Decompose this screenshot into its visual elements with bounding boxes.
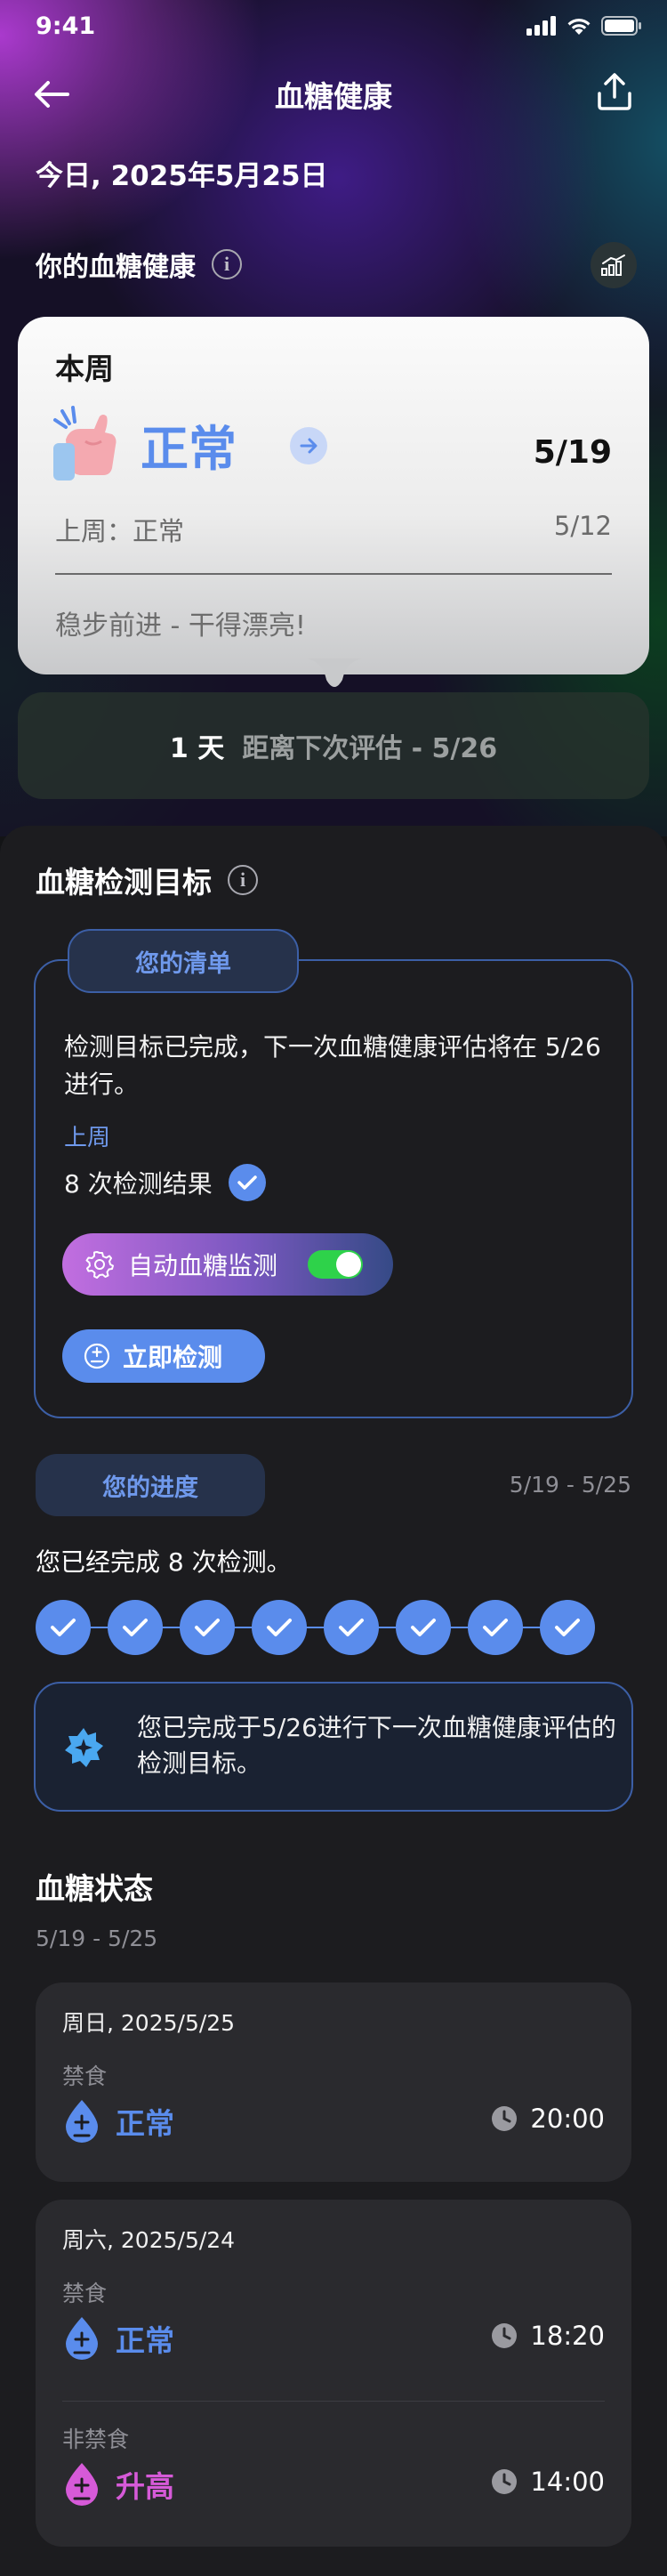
reading-status: 正常: [116, 2106, 174, 2141]
test-count-row: 8 次检测结果: [64, 1164, 266, 1201]
today-date: 今日, 2025年5月25日: [36, 160, 328, 192]
progress-check-icon: [108, 1600, 163, 1655]
reading-time-group: 18:20: [491, 2321, 605, 2351]
last-week-date: 5/12: [553, 511, 612, 541]
switch-knob: [336, 1252, 361, 1277]
status-time: 9:41: [36, 12, 96, 40]
goals-header: 血糖检测目标 i: [36, 858, 258, 902]
status-icons: [526, 16, 642, 36]
reading-status: 正常: [116, 2323, 174, 2358]
auto-monitor-toggle-row[interactable]: 自动血糖监测: [62, 1233, 393, 1296]
blood-sugar-health-screen: 9:41 血糖健康 今日, 2025年5月25日 你的血糖健康 i 本周 正常 …: [0, 0, 667, 2576]
blood-drop-icon: [66, 2100, 98, 2143]
auto-monitor-label: 自动血糖监测: [128, 1251, 278, 1280]
reading-type: 禁食: [62, 2063, 108, 2089]
reading-time: 18:20: [530, 2321, 605, 2351]
blood-drop-plus-icon: [84, 1343, 110, 1369]
cellular-signal-icon: [526, 16, 556, 36]
card-pointer: [307, 658, 362, 687]
next-assessment-text: 距离下次评估 - 5/26: [242, 733, 498, 764]
gear-icon: [85, 1251, 114, 1279]
blood-sugar-status-title: 血糖状态: [36, 1871, 153, 1906]
trend-chart-icon: [601, 254, 625, 276]
blood-drop-icon: [66, 2317, 98, 2360]
day-date: 周日, 2025/5/25: [62, 2010, 236, 2036]
battery-icon: [601, 16, 641, 36]
progress-summary: 您已经完成 8 次检测。: [36, 1547, 292, 1577]
reading-type: 禁食: [62, 2281, 108, 2306]
day-card[interactable]: 周日, 2025/5/25 禁食 正常 20:00: [36, 1982, 631, 2182]
progress-check-icon: [180, 1600, 235, 1655]
navigation-bar: 血糖健康: [0, 62, 667, 125]
check-icon: [228, 1164, 266, 1201]
reading-row: 非禁食 升高 14:00: [62, 2422, 605, 2529]
blood-drop-icon: [66, 2463, 98, 2506]
progress-check-icon: [252, 1600, 307, 1655]
week-label: 本周: [55, 351, 114, 386]
days-until-assessment: 1 天: [169, 733, 225, 764]
reading-type: 非禁食: [62, 2427, 130, 2452]
test-count: 8 次检测结果: [64, 1169, 213, 1199]
day-card[interactable]: 周六, 2025/5/24 禁食 正常 18:20 非禁食 升高 14:00: [36, 2200, 631, 2547]
progress-date-range: 5/19 - 5/25: [509, 1472, 631, 1498]
next-assessment-banner: 1 天 距离下次评估 - 5/26: [18, 692, 649, 799]
progress-check-icon: [540, 1600, 595, 1655]
clock-icon: [492, 2323, 518, 2348]
trend-chart-button[interactable]: [591, 242, 637, 288]
goal-complete-text: 您已完成于5/26进行下一次血糖健康评估的检测目标。: [137, 1713, 616, 1778]
blood-sugar-date-range: 5/19 - 5/25: [36, 1926, 158, 1951]
progress-check-icon: [324, 1600, 379, 1655]
goal-description: 检测目标已完成，下一次血糖健康评估将在 5/26 进行。: [64, 1032, 601, 1099]
week-date: 5/19: [533, 434, 612, 471]
status-bar: 9:41: [0, 0, 667, 53]
goals-info-icon[interactable]: i: [228, 865, 258, 895]
share-icon: [598, 73, 631, 110]
thumbs-up-icon: [53, 406, 117, 480]
progress-check-icon: [396, 1600, 451, 1655]
clock-icon: [492, 2469, 518, 2494]
test-now-button[interactable]: 立即检测: [62, 1329, 265, 1383]
progress-checkmarks: [36, 1600, 596, 1655]
last-week-label: 上周: [64, 1125, 111, 1151]
day-date: 周六, 2025/5/24: [62, 2227, 236, 2253]
arrow-right-icon: [300, 438, 317, 454]
content-panel: 血糖检测目标 i 您的清单 检测目标已完成，下一次血糖健康评估将在 5/26 进…: [0, 826, 667, 2576]
goals-title: 血糖检测目标: [36, 865, 212, 900]
reading-time: 20:00: [530, 2104, 605, 2134]
reading-time-group: 14:00: [491, 2467, 605, 2497]
week-note: 稳步前进 - 干得漂亮!: [55, 610, 306, 642]
page-title: 血糖健康: [275, 79, 392, 114]
health-section-title: 你的血糖健康: [36, 252, 196, 283]
progress-check-icon: [36, 1600, 91, 1655]
reading-time-group: 20:00: [491, 2104, 605, 2134]
test-now-label: 立即检测: [123, 1343, 223, 1372]
progress-check-icon: [468, 1600, 523, 1655]
week-status: 正常: [141, 421, 237, 477]
health-section-header: 你的血糖健康 i: [36, 242, 637, 288]
goal-complete-message: 您已完成于5/26进行下一次血糖健康评估的检测目标。: [34, 1682, 633, 1812]
reading-divider: [62, 2401, 605, 2402]
week-detail-arrow-button[interactable]: [290, 427, 327, 464]
sparkle-badge-icon: [65, 1728, 103, 1767]
weekly-status-card[interactable]: 本周 正常 5/19 上周：正常 5/12 稳步前进 - 干得漂亮!: [18, 317, 649, 674]
reading-row: 禁食 正常 20:00: [62, 2059, 605, 2166]
checklist-tab: 您的清单: [68, 929, 299, 993]
card-divider: [55, 573, 612, 575]
reading-time: 14:00: [530, 2467, 605, 2497]
share-button[interactable]: [592, 69, 637, 114]
clock-icon: [492, 2106, 518, 2131]
info-icon[interactable]: i: [212, 249, 242, 279]
progress-tab: 您的进度: [36, 1454, 265, 1516]
wifi-icon: [567, 19, 591, 35]
checklist-box: 您的清单 检测目标已完成，下一次血糖健康评估将在 5/26 进行。 上周 8 次…: [34, 929, 633, 1418]
last-week-status: 上周：正常: [55, 516, 185, 546]
auto-monitor-switch[interactable]: [308, 1250, 363, 1279]
reading-row: 禁食 正常 18:20: [62, 2276, 605, 2383]
reading-status: 升高: [116, 2469, 174, 2504]
